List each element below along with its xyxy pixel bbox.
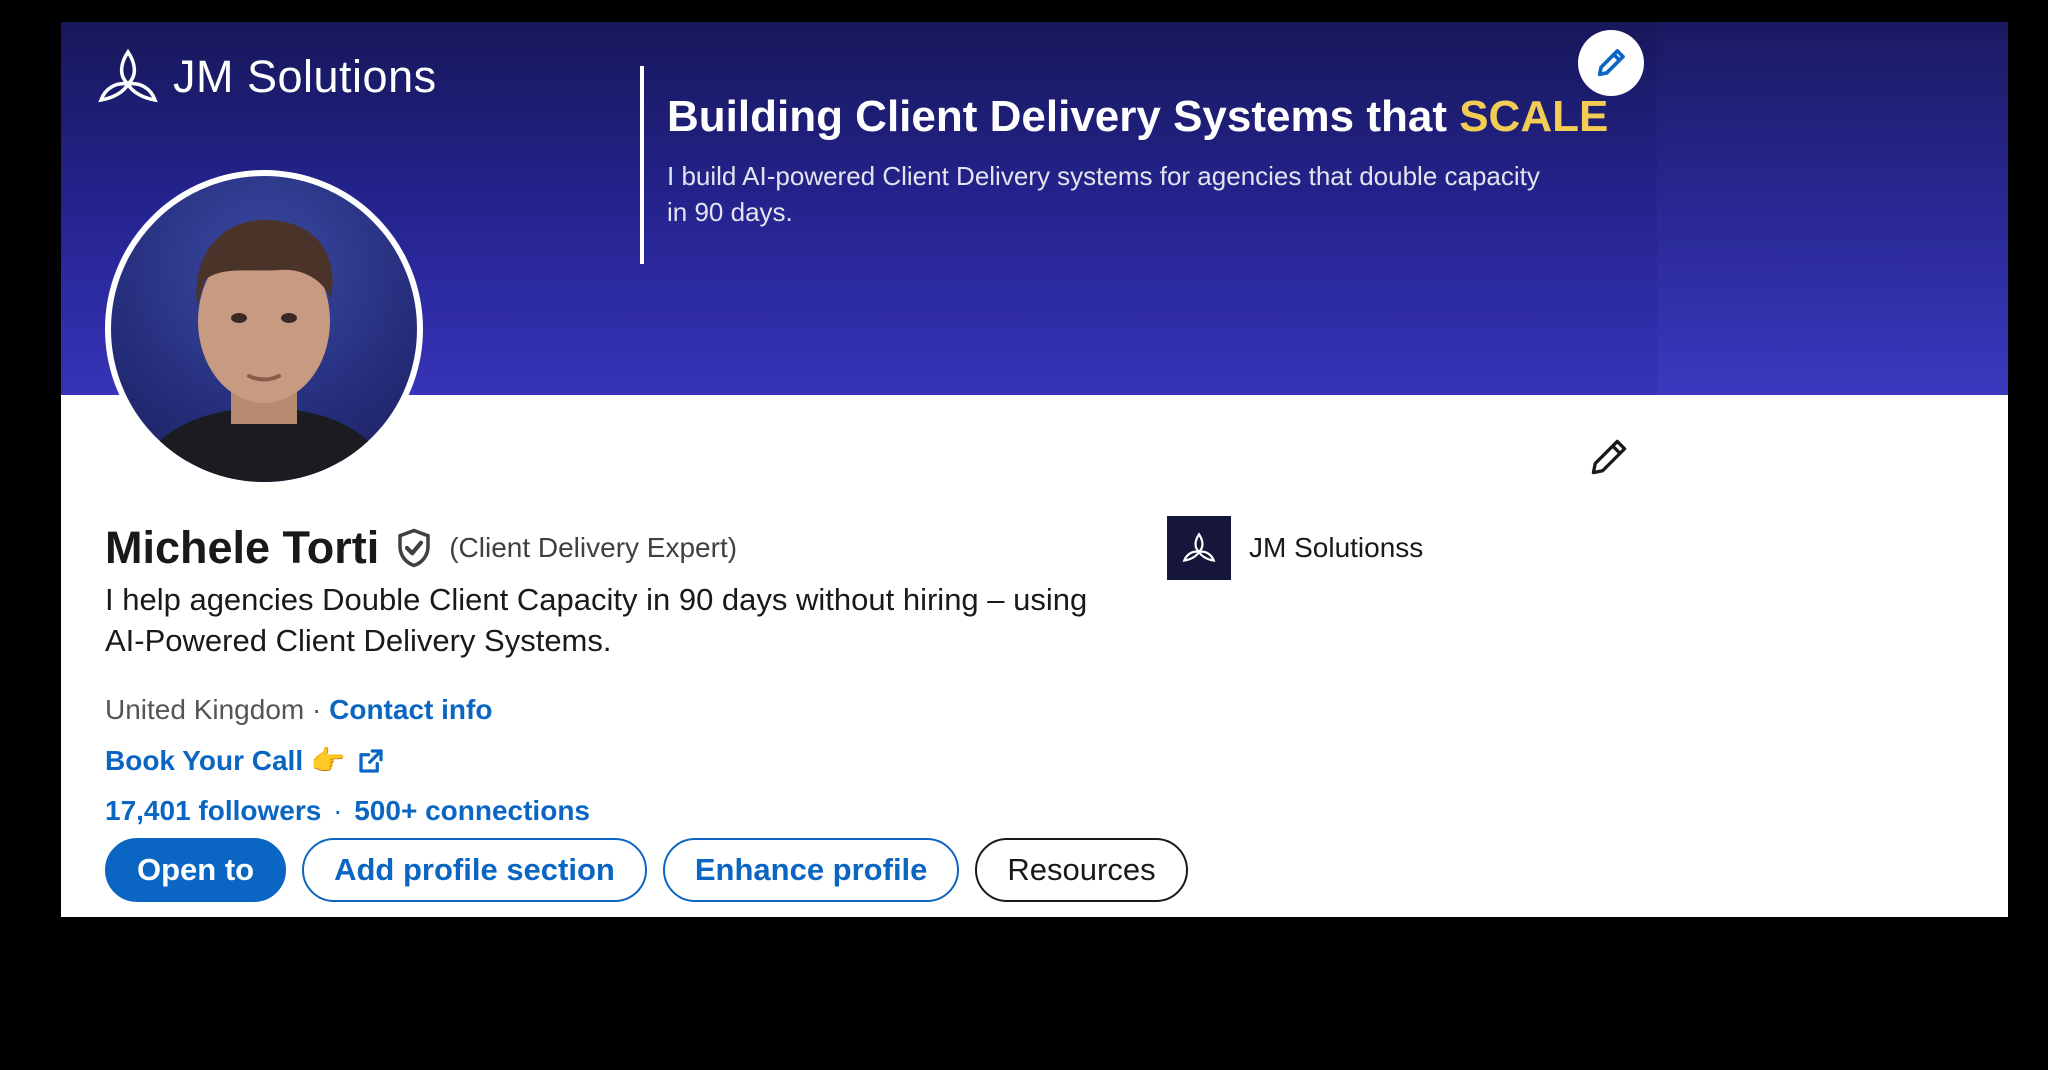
resources-button[interactable]: Resources (975, 838, 1188, 902)
shield-check-icon[interactable] (393, 527, 435, 569)
banner-headline-main: Building Client Delivery Systems that (667, 92, 1460, 141)
banner-divider (640, 66, 644, 264)
location-separator: · (304, 694, 330, 725)
followers-link[interactable]: 17,401 followers (105, 795, 321, 826)
enhance-profile-button[interactable]: Enhance profile (662, 838, 960, 902)
avatar-photo (131, 219, 397, 482)
open-to-button[interactable]: Open to (105, 838, 287, 902)
contact-info-link[interactable]: Contact info (329, 694, 492, 725)
banner-brand: JM Solutions (95, 44, 437, 110)
book-call-link[interactable]: Book Your Call 👉 (105, 744, 346, 777)
stats-separator: · (333, 795, 343, 826)
banner-headline-accent: SCALE (1459, 92, 1609, 141)
jm-logo-icon (1182, 532, 1216, 562)
banner-subheadline: I build AI-powered Client Delivery syste… (667, 161, 1540, 227)
profile-headline: I help agencies Double Client Capacity i… (105, 582, 1088, 658)
edit-intro-button[interactable] (1582, 430, 1636, 484)
pencil-icon (1591, 439, 1627, 475)
jm-logo-icon (98, 48, 158, 103)
stats-row: 17,401 followers · 500+ connections (105, 795, 590, 827)
book-call-row: Book Your Call 👉 (105, 744, 386, 777)
banner-right-panel (1657, 22, 2008, 395)
profile-name: Michele Torti (105, 522, 380, 573)
edit-banner-button[interactable] (1578, 30, 1644, 96)
external-link-icon[interactable] (356, 746, 386, 776)
name-row: Michele Torti (Client Delivery Expert) (105, 522, 737, 574)
company-logo (1167, 516, 1231, 580)
add-profile-section-button[interactable]: Add profile section (302, 838, 647, 902)
banner-brand-name: JM Solutions (173, 51, 437, 102)
profile-pronoun: (Client Delivery Expert) (449, 532, 738, 563)
profile-actions: Open to Add profile section Enhance prof… (105, 838, 1188, 902)
current-company[interactable]: JM Solutionss (1167, 516, 1423, 580)
profile-avatar[interactable] (105, 170, 423, 488)
location-row: United Kingdom · Contact info (105, 694, 492, 726)
profile-location: United Kingdom (105, 694, 305, 725)
pencil-icon (1597, 49, 1625, 77)
company-name: JM Solutionss (1249, 532, 1424, 563)
connections-link[interactable]: 500+ connections (354, 795, 590, 826)
profile-card: JM Solutions Building Client Delivery Sy… (61, 22, 2008, 917)
banner-headline: Building Client Delivery Systems that SC… (667, 92, 1608, 142)
